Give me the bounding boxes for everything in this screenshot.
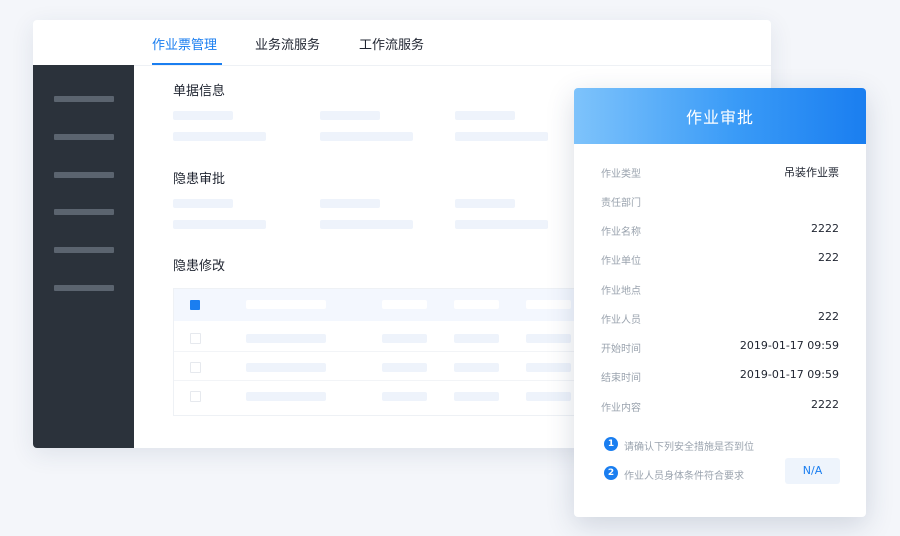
- panel-header: 作业审批: [574, 88, 866, 144]
- select-all-checkbox[interactable]: [190, 300, 200, 310]
- field-label: 作业类型: [601, 169, 641, 180]
- placeholder-text: [320, 199, 380, 208]
- field-label: 作业内容: [601, 403, 641, 414]
- field-label: 责任部门: [601, 198, 641, 209]
- placeholder-text: [320, 111, 380, 120]
- field-value: 吊装作业票: [784, 166, 839, 179]
- placeholder-text: [320, 220, 413, 229]
- table-cell: [526, 334, 571, 343]
- placeholder-text: [455, 132, 548, 141]
- sidebar-item[interactable]: [54, 96, 114, 102]
- row-checkbox[interactable]: [190, 391, 201, 402]
- table-cell: [454, 334, 499, 343]
- header-cell: [382, 300, 427, 309]
- field-value: 222: [818, 251, 839, 264]
- table-cell: [454, 363, 499, 372]
- table-cell: [246, 363, 326, 372]
- table-cell: [246, 392, 326, 401]
- tab-bar: 作业票管理 业务流服务 工作流服务: [33, 20, 771, 66]
- table-cell: [454, 392, 499, 401]
- na-button[interactable]: N/A: [785, 458, 840, 484]
- tab-business-flow[interactable]: 业务流服务: [255, 34, 320, 53]
- field-value: 222: [818, 310, 839, 323]
- header-cell: [246, 300, 326, 309]
- sidebar-item[interactable]: [54, 247, 114, 253]
- step-number-badge: 1: [604, 437, 618, 451]
- placeholder-text: [455, 220, 548, 229]
- table-cell: [382, 392, 427, 401]
- field-value: 2222: [811, 222, 839, 235]
- field-label: 结束时间: [601, 373, 641, 384]
- placeholder-text: [173, 220, 266, 229]
- row-checkbox[interactable]: [190, 362, 201, 373]
- table-cell: [382, 363, 427, 372]
- step-text: 作业人员身体条件符合要求: [624, 471, 744, 482]
- section-title-hazard-approval: 隐患审批: [173, 172, 226, 187]
- header-cell: [526, 300, 571, 309]
- field-value: 2222: [811, 398, 839, 411]
- step-number-badge: 2: [604, 466, 618, 480]
- approval-panel: 作业审批 作业类型 吊装作业票 责任部门 作业名称 2222 作业单位 222 …: [574, 88, 866, 517]
- sidebar-item[interactable]: [54, 285, 114, 291]
- tab-workflow[interactable]: 工作流服务: [359, 34, 424, 53]
- sidebar: [33, 65, 134, 448]
- panel-title: 作业审批: [685, 108, 754, 127]
- field-label: 作业人员: [601, 315, 641, 326]
- placeholder-text: [173, 111, 233, 120]
- field-label: 作业单位: [601, 256, 641, 267]
- field-value: 2019-01-17 09:59: [739, 368, 839, 381]
- field-label: 开始时间: [601, 344, 641, 355]
- placeholder-text: [455, 111, 515, 120]
- sidebar-item[interactable]: [54, 134, 114, 140]
- field-label: 作业地点: [601, 286, 641, 297]
- tab-ticket-management[interactable]: 作业票管理: [152, 34, 217, 53]
- step-text: 请确认下列安全措施是否到位: [624, 442, 754, 453]
- table-cell: [246, 334, 326, 343]
- sidebar-item[interactable]: [54, 209, 114, 215]
- active-tab-indicator: [152, 63, 222, 65]
- placeholder-text: [173, 132, 266, 141]
- table-cell: [526, 363, 571, 372]
- table-cell: [526, 392, 571, 401]
- section-title-doc-info: 单据信息: [173, 84, 226, 99]
- row-checkbox[interactable]: [190, 333, 201, 344]
- placeholder-text: [455, 199, 515, 208]
- header-cell: [454, 300, 499, 309]
- placeholder-text: [320, 132, 413, 141]
- table-cell: [382, 334, 427, 343]
- field-label: 作业名称: [601, 227, 641, 238]
- section-title-hazard-fix: 隐患修改: [173, 259, 226, 274]
- sidebar-item[interactable]: [54, 172, 114, 178]
- field-value: 2019-01-17 09:59: [739, 339, 839, 352]
- placeholder-text: [173, 199, 233, 208]
